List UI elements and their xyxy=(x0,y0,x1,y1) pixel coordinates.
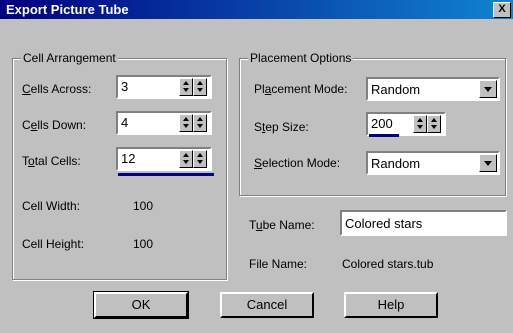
selection-mode-dropdown[interactable]: Random xyxy=(366,151,500,175)
step-size-progress-bar xyxy=(369,134,399,137)
total-cells-spinner[interactable]: 12 xyxy=(116,147,212,171)
total-cells-label: Total Cells: xyxy=(22,154,81,168)
step-size-value[interactable]: 200 xyxy=(371,116,393,131)
selection-mode-value: Random xyxy=(371,156,421,171)
cell-height-value: 100 xyxy=(133,237,154,251)
cell-arrangement-legend: Cell Arrangement xyxy=(21,51,118,65)
cell-width-value: 100 xyxy=(133,199,154,213)
step-size-label: Step Size: xyxy=(254,120,309,134)
spin-arrows-icon[interactable] xyxy=(179,150,193,168)
step-size-spinner[interactable]: 200 xyxy=(366,112,446,136)
spin-arrows-icon[interactable] xyxy=(193,150,207,168)
export-picture-tube-dialog: Export Picture Tube X Cell Arrangement C… xyxy=(0,0,513,333)
cell-height-label: Cell Height: xyxy=(22,237,85,251)
spin-arrows-icon[interactable] xyxy=(179,78,193,96)
tube-name-value[interactable]: Colored stars xyxy=(345,216,422,231)
cells-down-spinner[interactable]: 4 xyxy=(116,111,212,135)
cells-across-value[interactable]: 3 xyxy=(121,79,128,94)
spin-arrows-icon[interactable] xyxy=(193,78,207,96)
cells-across-label: Cells Across: xyxy=(22,82,92,96)
placement-mode-label: Placement Mode: xyxy=(254,82,348,96)
tube-name-label: Tube Name: xyxy=(249,218,315,232)
help-button[interactable]: Help xyxy=(344,292,438,318)
chevron-down-icon[interactable] xyxy=(479,154,497,172)
total-cells-value[interactable]: 12 xyxy=(121,151,135,166)
spin-arrows-icon[interactable] xyxy=(413,115,427,133)
cells-down-value[interactable]: 4 xyxy=(121,115,128,130)
window-title: Export Picture Tube xyxy=(6,2,129,17)
cells-across-spinner[interactable]: 3 xyxy=(116,75,212,99)
file-name-value: Colored stars.tub xyxy=(342,257,434,271)
chevron-down-icon[interactable] xyxy=(479,80,497,98)
total-cells-focus-bar xyxy=(118,173,214,176)
cell-width-label: Cell Width: xyxy=(22,199,81,213)
ok-button[interactable]: OK xyxy=(93,291,189,319)
placement-mode-dropdown[interactable]: Random xyxy=(366,77,500,101)
placement-mode-value: Random xyxy=(371,82,421,97)
close-button[interactable]: X xyxy=(493,2,511,18)
spin-arrows-icon[interactable] xyxy=(427,115,441,133)
tube-name-input[interactable]: Colored stars xyxy=(340,210,507,236)
cancel-button[interactable]: Cancel xyxy=(220,292,314,318)
cells-down-label: Cells Down: xyxy=(22,118,87,132)
placement-options-legend: Placement Options xyxy=(248,51,354,65)
close-icon: X xyxy=(498,3,506,15)
file-name-label: File Name: xyxy=(249,257,308,271)
spin-arrows-icon[interactable] xyxy=(179,114,193,132)
title-bar[interactable]: Export Picture Tube X xyxy=(0,0,513,19)
selection-mode-label: Selection Mode: xyxy=(254,156,341,170)
spin-arrows-icon[interactable] xyxy=(193,114,207,132)
